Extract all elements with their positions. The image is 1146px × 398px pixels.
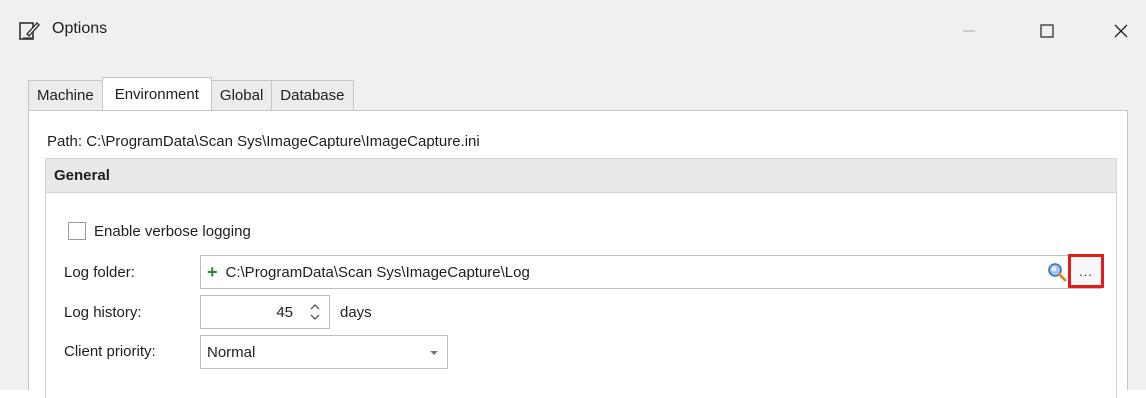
plus-icon: + (207, 261, 218, 282)
spin-up-down-icon[interactable] (307, 300, 323, 324)
search-icon[interactable] (1047, 262, 1067, 282)
maximize-button[interactable] (1024, 12, 1070, 50)
tab-global[interactable]: Global (210, 80, 273, 110)
log-history-spinner[interactable]: 45 (200, 295, 330, 329)
log-folder-field[interactable]: + C:\ProgramData\Scan Sys\ImageCapture\L… (200, 254, 1104, 289)
group-header: General (46, 159, 1116, 193)
log-history-value[interactable]: 45 (276, 304, 293, 321)
notepad-pen-icon (19, 21, 40, 40)
environment-panel: Path: C:\ProgramData\Scan Sys\ImageCaptu… (28, 110, 1128, 398)
general-group: General Enable verbose logging Log folde… (45, 158, 1117, 398)
client-priority-select[interactable]: Normal (200, 335, 448, 369)
chevron-down-icon (430, 351, 438, 355)
log-folder-value[interactable]: C:\ProgramData\Scan Sys\ImageCapture\Log (226, 264, 530, 281)
browse-folder-button[interactable]: ... (1068, 254, 1104, 288)
tab-database[interactable]: Database (271, 80, 354, 110)
verbose-logging-checkbox[interactable] (68, 222, 86, 240)
verbose-logging-label: Enable verbose logging (94, 222, 251, 240)
minimize-button[interactable] (946, 12, 992, 50)
log-folder-label: Log folder: (64, 264, 135, 281)
client-priority-value: Normal (207, 343, 256, 361)
tab-environment[interactable]: Environment (101, 77, 212, 110)
title-bar: Options (0, 0, 1146, 62)
client-priority-label: Client priority: (64, 343, 156, 360)
log-history-unit: days (340, 304, 372, 321)
verbose-logging-row[interactable]: Enable verbose logging (68, 222, 251, 240)
log-history-label: Log history: (64, 304, 142, 321)
maximize-icon (1040, 24, 1054, 38)
tab-strip: Machine Environment Global Database (28, 77, 354, 110)
minimize-icon (963, 30, 975, 32)
tab-machine[interactable]: Machine (28, 80, 103, 110)
close-button[interactable] (1098, 12, 1144, 50)
close-icon (1114, 24, 1128, 38)
ini-path-label: Path: C:\ProgramData\Scan Sys\ImageCaptu… (47, 133, 480, 150)
window-title: Options (52, 20, 108, 37)
options-window: Options Machine Environment Global Datab… (0, 0, 1146, 398)
